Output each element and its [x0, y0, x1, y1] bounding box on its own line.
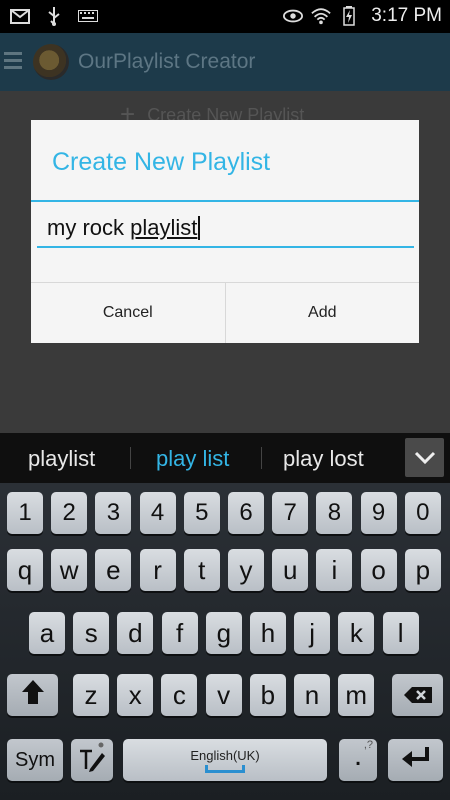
key-w[interactable]: w	[51, 549, 88, 591]
title-divider	[31, 200, 419, 202]
create-playlist-dialog: Create New Playlist my rock playlist Can…	[31, 120, 419, 343]
divider	[261, 447, 262, 469]
key-d[interactable]: d	[117, 612, 154, 654]
shift-icon	[21, 679, 45, 712]
key-u[interactable]: u	[272, 549, 309, 591]
key-9[interactable]: 9	[360, 492, 397, 534]
enter-key[interactable]	[388, 739, 443, 781]
key-q[interactable]: q	[7, 549, 43, 591]
suggestion-item[interactable]: play lost	[283, 446, 364, 472]
key-o[interactable]: o	[360, 549, 397, 591]
key-z[interactable]: z	[73, 674, 109, 716]
handwriting-icon	[77, 741, 107, 780]
mail-icon	[10, 6, 30, 26]
status-bar: 3:17 PM	[0, 0, 450, 33]
period-key[interactable]: . ,?	[339, 739, 377, 781]
key-f[interactable]: f	[161, 612, 198, 654]
key-x[interactable]: x	[117, 674, 154, 716]
key-b[interactable]: b	[249, 674, 286, 716]
backspace-icon	[403, 680, 433, 711]
key-l[interactable]: l	[382, 612, 419, 654]
handwriting-key[interactable]	[71, 739, 113, 781]
key-r[interactable]: r	[139, 549, 176, 591]
key-s[interactable]: s	[73, 612, 110, 654]
key-5[interactable]: 5	[183, 492, 220, 534]
key-k[interactable]: k	[338, 612, 375, 654]
suggestion-strip: playlist play list play lost	[0, 433, 450, 483]
wifi-icon	[311, 6, 331, 26]
sym-key[interactable]: Sym	[7, 739, 63, 781]
input-text: my rock playlist	[47, 215, 197, 241]
key-y[interactable]: y	[228, 549, 264, 591]
battery-icon	[339, 6, 359, 26]
usb-icon	[44, 6, 64, 26]
dialog-buttons: Cancel Add	[31, 282, 419, 343]
suggestion-item[interactable]: playlist	[28, 446, 95, 472]
period-key-label: .	[353, 739, 363, 772]
app-title: OurPlaylist Creator	[78, 50, 256, 73]
key-j[interactable]: j	[294, 612, 331, 654]
key-a[interactable]: a	[29, 612, 65, 654]
space-key-label: English(UK)	[190, 747, 260, 763]
cancel-button[interactable]: Cancel	[31, 283, 225, 343]
key-2[interactable]: 2	[51, 492, 88, 534]
key-1[interactable]: 1	[7, 492, 43, 534]
text-cursor	[198, 216, 201, 240]
key-t[interactable]: t	[183, 549, 220, 591]
key-4[interactable]: 4	[139, 492, 176, 534]
add-button[interactable]: Add	[224, 283, 420, 343]
keyboard-icon	[78, 6, 98, 26]
backspace-key[interactable]	[392, 674, 443, 716]
clock: 3:17 PM	[371, 5, 442, 26]
music-disc-icon	[33, 44, 69, 80]
app-bar: OurPlaylist Creator	[0, 33, 450, 91]
space-bar-icon	[205, 764, 245, 773]
key-0[interactable]: 0	[404, 492, 441, 534]
input-composing: playlist	[130, 215, 198, 240]
key-3[interactable]: 3	[95, 492, 132, 534]
dialog-title: Create New Playlist	[52, 148, 271, 176]
key-6[interactable]: 6	[228, 492, 264, 534]
question-hint-icon: ,?	[363, 739, 373, 751]
playlist-name-input[interactable]: my rock playlist	[37, 210, 414, 248]
enter-icon	[400, 745, 432, 776]
key-i[interactable]: i	[316, 549, 353, 591]
key-7[interactable]: 7	[272, 492, 309, 534]
divider	[130, 447, 131, 469]
suggestion-item-highlighted[interactable]: play list	[156, 446, 229, 472]
key-g[interactable]: g	[205, 612, 242, 654]
key-h[interactable]: h	[250, 612, 286, 654]
key-8[interactable]: 8	[316, 492, 353, 534]
chevron-down-icon[interactable]	[405, 438, 444, 477]
keyboard: Sym English(UK) . ,? 1234567890 qwertyuio…	[0, 483, 450, 800]
space-key[interactable]: English(UK)	[123, 739, 327, 781]
hamburger-icon[interactable]	[4, 52, 22, 70]
key-m[interactable]: m	[338, 674, 375, 716]
shift-key[interactable]	[7, 674, 58, 716]
input-prefix: my rock	[47, 215, 131, 240]
key-n[interactable]: n	[294, 674, 330, 716]
key-c[interactable]: c	[161, 674, 198, 716]
eye-icon	[283, 6, 304, 26]
key-p[interactable]: p	[404, 549, 441, 591]
key-v[interactable]: v	[205, 674, 242, 716]
key-e[interactable]: e	[95, 549, 132, 591]
